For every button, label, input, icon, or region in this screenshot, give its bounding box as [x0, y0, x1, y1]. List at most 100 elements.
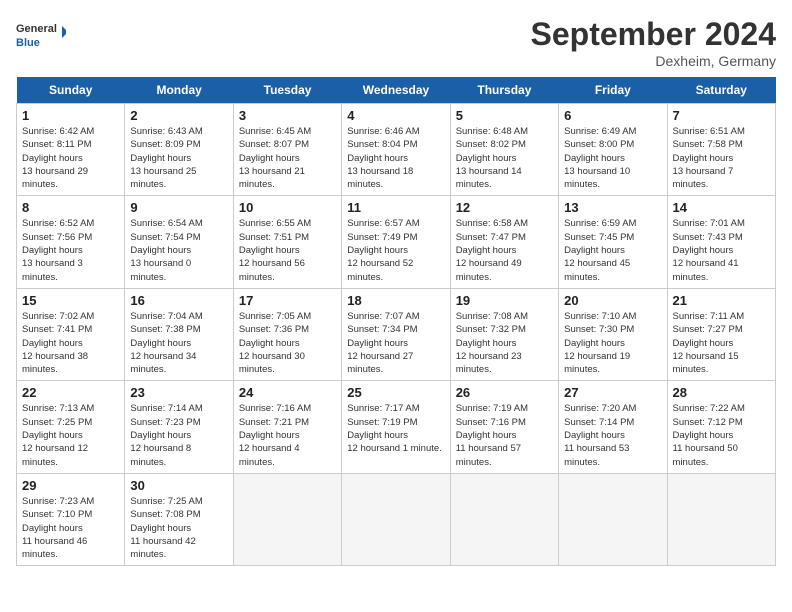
day-info: Sunrise: 6:59 AMSunset: 7:45 PMDaylight … [564, 217, 661, 283]
day-number: 3 [239, 108, 336, 123]
day-info: Sunrise: 6:49 AMSunset: 8:00 PMDaylight … [564, 125, 661, 191]
day-number: 1 [22, 108, 119, 123]
day-info: Sunrise: 7:25 AMSunset: 7:08 PMDaylight … [130, 495, 227, 561]
day-number: 7 [673, 108, 770, 123]
day-number: 30 [130, 478, 227, 493]
calendar-week-1: 1 Sunrise: 6:42 AMSunset: 8:11 PMDayligh… [17, 104, 776, 196]
table-row: 20 Sunrise: 7:10 AMSunset: 7:30 PMDaylig… [559, 288, 667, 380]
day-info: Sunrise: 7:02 AMSunset: 7:41 PMDaylight … [22, 310, 119, 376]
day-number: 20 [564, 293, 661, 308]
location: Dexheim, Germany [531, 53, 776, 69]
table-row: 7 Sunrise: 6:51 AMSunset: 7:58 PMDayligh… [667, 104, 775, 196]
day-number: 23 [130, 385, 227, 400]
day-info: Sunrise: 7:10 AMSunset: 7:30 PMDaylight … [564, 310, 661, 376]
day-number: 6 [564, 108, 661, 123]
table-row [559, 473, 667, 565]
table-row: 26 Sunrise: 7:19 AMSunset: 7:16 PMDaylig… [450, 381, 558, 473]
table-row: 23 Sunrise: 7:14 AMSunset: 7:23 PMDaylig… [125, 381, 233, 473]
logo: General Blue [16, 16, 66, 56]
day-number: 26 [456, 385, 553, 400]
table-row: 10 Sunrise: 6:55 AMSunset: 7:51 PMDaylig… [233, 196, 341, 288]
col-wednesday: Wednesday [342, 77, 450, 104]
table-row: 13 Sunrise: 6:59 AMSunset: 7:45 PMDaylig… [559, 196, 667, 288]
logo-svg: General Blue [16, 16, 66, 56]
day-number: 18 [347, 293, 444, 308]
table-row: 8 Sunrise: 6:52 AMSunset: 7:56 PMDayligh… [17, 196, 125, 288]
col-friday: Friday [559, 77, 667, 104]
table-row [233, 473, 341, 565]
table-row: 4 Sunrise: 6:46 AMSunset: 8:04 PMDayligh… [342, 104, 450, 196]
day-number: 17 [239, 293, 336, 308]
table-row: 27 Sunrise: 7:20 AMSunset: 7:14 PMDaylig… [559, 381, 667, 473]
table-row: 11 Sunrise: 6:57 AMSunset: 7:49 PMDaylig… [342, 196, 450, 288]
day-number: 28 [673, 385, 770, 400]
calendar-week-4: 22 Sunrise: 7:13 AMSunset: 7:25 PMDaylig… [17, 381, 776, 473]
day-info: Sunrise: 7:05 AMSunset: 7:36 PMDaylight … [239, 310, 336, 376]
day-number: 10 [239, 200, 336, 215]
day-number: 12 [456, 200, 553, 215]
table-row: 30 Sunrise: 7:25 AMSunset: 7:08 PMDaylig… [125, 473, 233, 565]
svg-text:General: General [16, 23, 57, 35]
table-row: 12 Sunrise: 6:58 AMSunset: 7:47 PMDaylig… [450, 196, 558, 288]
table-row: 6 Sunrise: 6:49 AMSunset: 8:00 PMDayligh… [559, 104, 667, 196]
header-row: Sunday Monday Tuesday Wednesday Thursday… [17, 77, 776, 104]
day-info: Sunrise: 6:48 AMSunset: 8:02 PMDaylight … [456, 125, 553, 191]
calendar-week-2: 8 Sunrise: 6:52 AMSunset: 7:56 PMDayligh… [17, 196, 776, 288]
day-info: Sunrise: 7:08 AMSunset: 7:32 PMDaylight … [456, 310, 553, 376]
day-info: Sunrise: 6:43 AMSunset: 8:09 PMDaylight … [130, 125, 227, 191]
table-row: 24 Sunrise: 7:16 AMSunset: 7:21 PMDaylig… [233, 381, 341, 473]
table-row: 28 Sunrise: 7:22 AMSunset: 7:12 PMDaylig… [667, 381, 775, 473]
table-row: 1 Sunrise: 6:42 AMSunset: 8:11 PMDayligh… [17, 104, 125, 196]
day-info: Sunrise: 6:54 AMSunset: 7:54 PMDaylight … [130, 217, 227, 283]
table-row: 25 Sunrise: 7:17 AMSunset: 7:19 PMDaylig… [342, 381, 450, 473]
day-number: 24 [239, 385, 336, 400]
day-info: Sunrise: 6:42 AMSunset: 8:11 PMDaylight … [22, 125, 119, 191]
day-info: Sunrise: 6:57 AMSunset: 7:49 PMDaylight … [347, 217, 444, 283]
day-info: Sunrise: 6:51 AMSunset: 7:58 PMDaylight … [673, 125, 770, 191]
table-row: 3 Sunrise: 6:45 AMSunset: 8:07 PMDayligh… [233, 104, 341, 196]
day-number: 4 [347, 108, 444, 123]
day-info: Sunrise: 7:04 AMSunset: 7:38 PMDaylight … [130, 310, 227, 376]
day-number: 5 [456, 108, 553, 123]
day-number: 19 [456, 293, 553, 308]
day-info: Sunrise: 7:23 AMSunset: 7:10 PMDaylight … [22, 495, 119, 561]
day-number: 29 [22, 478, 119, 493]
day-info: Sunrise: 7:01 AMSunset: 7:43 PMDaylight … [673, 217, 770, 283]
table-row: 19 Sunrise: 7:08 AMSunset: 7:32 PMDaylig… [450, 288, 558, 380]
day-info: Sunrise: 7:11 AMSunset: 7:27 PMDaylight … [673, 310, 770, 376]
day-info: Sunrise: 6:58 AMSunset: 7:47 PMDaylight … [456, 217, 553, 283]
day-number: 22 [22, 385, 119, 400]
svg-text:Blue: Blue [16, 37, 40, 49]
day-number: 11 [347, 200, 444, 215]
table-row: 21 Sunrise: 7:11 AMSunset: 7:27 PMDaylig… [667, 288, 775, 380]
table-row [450, 473, 558, 565]
month-title: September 2024 [531, 16, 776, 53]
day-info: Sunrise: 7:19 AMSunset: 7:16 PMDaylight … [456, 402, 553, 468]
col-monday: Monday [125, 77, 233, 104]
day-info: Sunrise: 6:55 AMSunset: 7:51 PMDaylight … [239, 217, 336, 283]
calendar-week-3: 15 Sunrise: 7:02 AMSunset: 7:41 PMDaylig… [17, 288, 776, 380]
day-info: Sunrise: 7:07 AMSunset: 7:34 PMDaylight … [347, 310, 444, 376]
day-info: Sunrise: 7:20 AMSunset: 7:14 PMDaylight … [564, 402, 661, 468]
page-header: General Blue September 2024 Dexheim, Ger… [16, 16, 776, 69]
day-number: 2 [130, 108, 227, 123]
day-info: Sunrise: 7:16 AMSunset: 7:21 PMDaylight … [239, 402, 336, 468]
day-info: Sunrise: 6:46 AMSunset: 8:04 PMDaylight … [347, 125, 444, 191]
table-row: 9 Sunrise: 6:54 AMSunset: 7:54 PMDayligh… [125, 196, 233, 288]
col-thursday: Thursday [450, 77, 558, 104]
table-row: 14 Sunrise: 7:01 AMSunset: 7:43 PMDaylig… [667, 196, 775, 288]
calendar-table: Sunday Monday Tuesday Wednesday Thursday… [16, 77, 776, 566]
day-number: 16 [130, 293, 227, 308]
day-number: 25 [347, 385, 444, 400]
table-row: 5 Sunrise: 6:48 AMSunset: 8:02 PMDayligh… [450, 104, 558, 196]
table-row: 15 Sunrise: 7:02 AMSunset: 7:41 PMDaylig… [17, 288, 125, 380]
table-row [342, 473, 450, 565]
day-info: Sunrise: 7:13 AMSunset: 7:25 PMDaylight … [22, 402, 119, 468]
day-number: 8 [22, 200, 119, 215]
day-number: 14 [673, 200, 770, 215]
table-row: 22 Sunrise: 7:13 AMSunset: 7:25 PMDaylig… [17, 381, 125, 473]
table-row: 29 Sunrise: 7:23 AMSunset: 7:10 PMDaylig… [17, 473, 125, 565]
calendar-week-5: 29 Sunrise: 7:23 AMSunset: 7:10 PMDaylig… [17, 473, 776, 565]
day-number: 13 [564, 200, 661, 215]
table-row: 17 Sunrise: 7:05 AMSunset: 7:36 PMDaylig… [233, 288, 341, 380]
